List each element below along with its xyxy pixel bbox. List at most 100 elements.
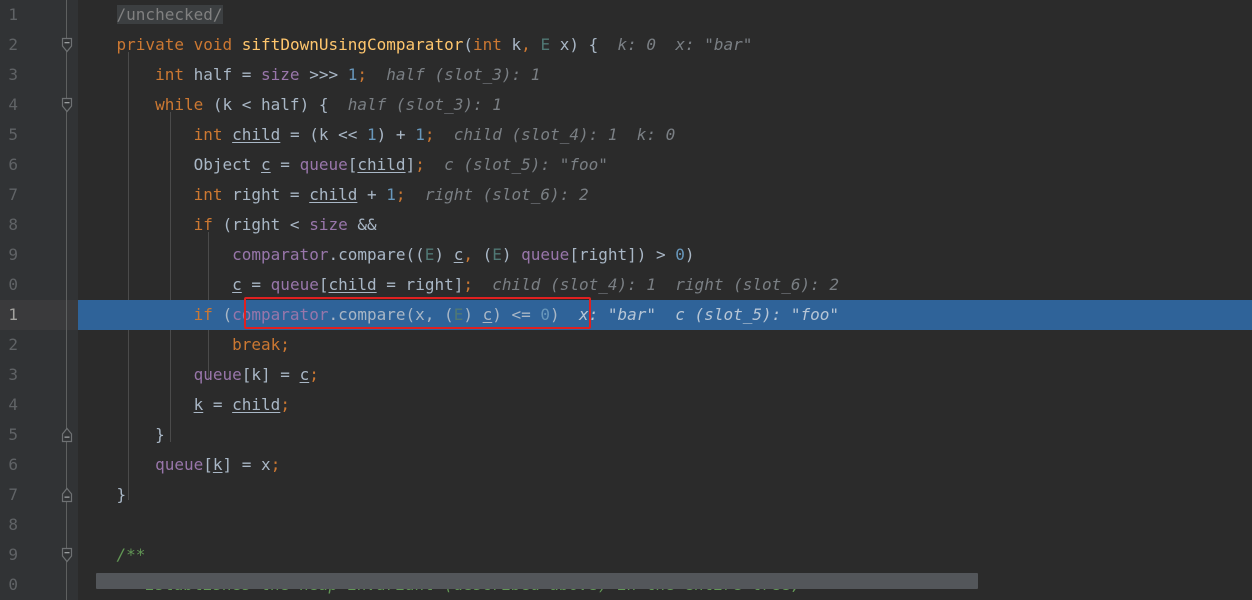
code-token: .compare(x, (	[328, 305, 454, 324]
code-line[interactable]: int child = (k << 1) + 1; child (slot_4)…	[78, 120, 1252, 150]
code-line[interactable]: int right = child + 1; right (slot_6): 2	[78, 180, 1252, 210]
code-token: .compare((	[328, 245, 425, 264]
code-token: [	[347, 155, 358, 174]
code-line-text: queue[k] = x;	[78, 450, 280, 480]
code-line[interactable]: /unchecked/	[78, 0, 1252, 30]
code-token: queue	[193, 365, 242, 384]
fold-marker-icon[interactable]	[60, 30, 74, 60]
code-token: /**	[116, 545, 146, 564]
fold-marker-icon[interactable]	[60, 540, 74, 570]
code-token: int	[193, 185, 223, 204]
code-line[interactable]: c = queue[child = right]; child (slot_4)…	[78, 270, 1252, 300]
code-line[interactable]: k = child;	[78, 390, 1252, 420]
code-line[interactable]	[78, 510, 1252, 540]
code-line-current[interactable]: if (comparator.compare(x, (E) c) <= 0) x…	[78, 300, 1252, 330]
code-token: ,	[463, 245, 473, 264]
code-line[interactable]: queue[k] = x;	[78, 450, 1252, 480]
code-token: queue	[521, 245, 570, 264]
code-token: >>>	[299, 65, 348, 84]
line-number[interactable]: 8	[0, 510, 18, 540]
line-number[interactable]: 1	[0, 0, 18, 30]
code-token: ) {	[569, 35, 599, 54]
code-line[interactable]: /**	[78, 540, 1252, 570]
code-token: ) <=	[492, 305, 541, 324]
code-token: c	[261, 155, 271, 174]
line-number[interactable]: 0	[0, 570, 18, 600]
line-number[interactable]: 2	[0, 30, 18, 60]
code-token: int	[155, 65, 184, 84]
code-token: 0	[540, 305, 551, 324]
code-token: c	[232, 275, 242, 294]
code-token: ;	[280, 335, 290, 354]
line-number[interactable]: 8	[0, 210, 18, 240]
code-line[interactable]: queue[k] = c;	[78, 360, 1252, 390]
line-number[interactable]: 7	[0, 480, 18, 510]
code-canvas[interactable]: /unchecked/ private void siftDownUsingCo…	[78, 0, 1252, 600]
code-token: =	[241, 275, 271, 294]
code-token: child	[357, 155, 406, 174]
inline-value-hint: child (slot_4): 1 right (slot_6): 2	[473, 275, 840, 294]
code-line[interactable]: }	[78, 480, 1252, 510]
line-number[interactable]: 2	[0, 330, 18, 360]
editor-gutter[interactable]: 12345678901234567890	[0, 0, 78, 600]
code-line[interactable]: if (right < size &&	[78, 210, 1252, 240]
line-number[interactable]: 7	[0, 180, 18, 210]
code-token: E	[492, 245, 502, 264]
code-token: =	[270, 155, 300, 174]
fold-marker-icon[interactable]	[60, 480, 74, 510]
horizontal-scrollbar-track[interactable]	[78, 596, 1252, 600]
line-number[interactable]: 9	[0, 540, 18, 570]
code-line-text: int half = size >>> 1; half (slot_3): 1	[78, 60, 540, 90]
code-line-text: if (comparator.compare(x, (E) c) <= 0) x…	[78, 300, 839, 330]
code-token: &&	[347, 215, 377, 234]
code-line[interactable]: int half = size >>> 1; half (slot_3): 1	[78, 60, 1252, 90]
code-line[interactable]: }	[78, 420, 1252, 450]
code-line[interactable]: private void siftDownUsingComparator(int…	[78, 30, 1252, 60]
line-number[interactable]: 3	[0, 360, 18, 390]
fold-marker-icon[interactable]	[60, 90, 74, 120]
line-number[interactable]: 5	[0, 120, 18, 150]
code-line[interactable]: break;	[78, 330, 1252, 360]
code-token: E	[540, 35, 551, 54]
line-number[interactable]: 4	[0, 90, 18, 120]
line-number[interactable]: 1	[0, 300, 18, 330]
line-number[interactable]: 5	[0, 420, 18, 450]
line-number[interactable]: 0	[0, 270, 18, 300]
code-token: while	[155, 95, 204, 114]
horizontal-scrollbar-thumb[interactable]	[96, 573, 978, 589]
line-number[interactable]: 4	[0, 390, 18, 420]
inline-value-hint: x: "bar" c (slot_5): "foo"	[559, 305, 840, 324]
code-token: [	[203, 455, 213, 474]
code-token: ]	[405, 155, 416, 174]
inline-value-hint: child (slot_4): 1 k: 0	[434, 125, 676, 144]
code-token: break	[232, 335, 281, 354]
line-number[interactable]: 6	[0, 450, 18, 480]
code-editor[interactable]: /unchecked/ private void siftDownUsingCo…	[0, 0, 1252, 600]
code-token: (right <	[212, 215, 310, 234]
code-line-text: if (right < size &&	[78, 210, 377, 240]
line-number[interactable]: 6	[0, 150, 18, 180]
code-token: [k] =	[241, 365, 300, 384]
inline-value-hint: k: 0 x: "bar"	[598, 35, 753, 54]
line-number[interactable]: 9	[0, 240, 18, 270]
inline-value-hint: half (slot_3): 1	[328, 95, 502, 114]
code-line[interactable]: while (k < half) { half (slot_3): 1	[78, 90, 1252, 120]
code-line-text: int child = (k << 1) + 1; child (slot_4)…	[78, 120, 676, 150]
code-line[interactable]: comparator.compare((E) c, (E) queue[righ…	[78, 240, 1252, 270]
fold-marker-icon[interactable]	[60, 420, 74, 450]
code-line[interactable]: Object c = queue[child]; c (slot_5): "fo…	[78, 150, 1252, 180]
code-line-text: while (k < half) { half (slot_3): 1	[78, 90, 502, 120]
line-number[interactable]: 3	[0, 60, 18, 90]
